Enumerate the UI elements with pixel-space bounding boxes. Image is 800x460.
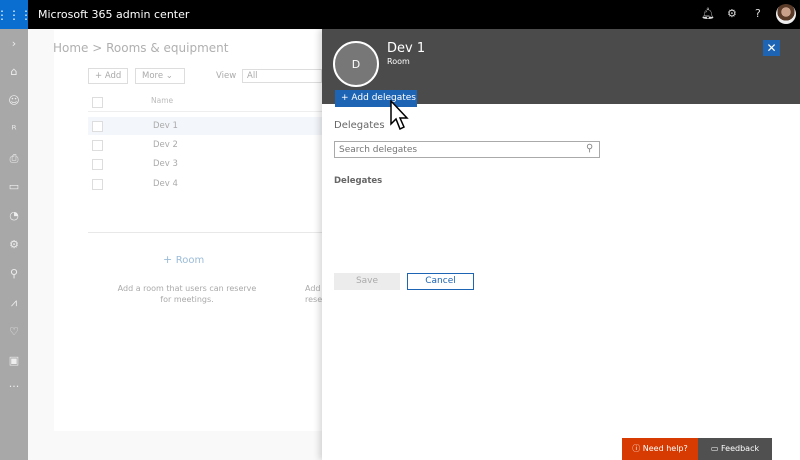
add-button[interactable]: + Add [88,68,129,84]
delegates-header: Delegates [334,176,383,186]
need-help-label: Need help? [642,444,688,453]
row-checkbox[interactable] [92,159,103,170]
view-select[interactable]: All [242,69,322,83]
equip-desc-1: Add [305,284,321,293]
equipment-description: Add rese [305,283,322,305]
row-checkbox[interactable] [92,121,103,132]
room-detail-panel: Dev 1 Room ✕ D + Add delegates Delegates… [322,29,800,460]
mouse-cursor-icon [390,100,409,131]
reports-icon[interactable]: ⩘ [0,296,28,310]
column-name: Name [151,96,174,105]
user-icon[interactable]: ☺ [0,94,28,107]
cancel-button[interactable]: Cancel [407,273,474,290]
rooms-card [54,30,322,431]
setup-wrench-icon[interactable]: ⚲ [0,267,28,280]
room-description: Add a room that users can reserve for me… [117,284,257,304]
panel-subtitle: Room [387,57,410,66]
settings-icon[interactable]: ⚙ [0,238,28,251]
search-icon[interactable]: ⚲ [586,143,593,154]
row-checkbox[interactable] [92,179,103,190]
nav-rail: › ⌂ ☺ ᴿ ⎙ ▭ ◔ ⚙ ⚲ ⩘ ♡ ▣ ··· [0,29,28,460]
feedback-button[interactable]: ▭ Feedback [698,438,772,460]
profile-avatar[interactable] [776,4,796,24]
divider [88,232,322,233]
row-checkbox[interactable] [92,140,103,151]
printer-icon[interactable]: ⎙ [0,152,28,166]
more-button[interactable]: More ⌄ [135,68,185,84]
row-name[interactable]: Dev 3 [153,159,178,169]
help-icon[interactable]: ? [755,7,761,20]
row-name[interactable]: Dev 1 [153,121,178,131]
row-name[interactable]: Dev 4 [153,179,178,189]
divider [88,111,322,112]
chevron-right-icon[interactable]: › [0,37,28,50]
feedback-label: Feedback [721,444,760,453]
support-icon[interactable]: ◔ [0,209,28,222]
panel-title: Dev 1 [387,41,426,56]
gear-icon[interactable]: ⚙ [727,7,737,20]
group-icon[interactable]: ᴿ [0,123,28,136]
save-button[interactable]: Save [334,273,400,290]
more-icon[interactable]: ··· [0,380,28,393]
row-name[interactable]: Dev 2 [153,140,178,150]
exchange-icon[interactable]: ▣ [0,354,28,367]
health-icon[interactable]: ♡ [0,325,28,338]
room-label: Room [175,255,205,266]
app-title: Microsoft 365 admin center [38,8,190,21]
more-label: More [142,71,164,81]
home-icon[interactable]: ⌂ [0,65,28,78]
view-label: View [216,71,237,81]
delegates-label: Delegates [334,120,385,131]
select-all-checkbox[interactable] [92,97,103,108]
top-bar: ⋮⋮⋮ Microsoft 365 admin center 🔔︎ ⚙ ? [0,0,800,29]
need-help-button[interactable]: ⓘ Need help? [622,438,698,460]
bell-icon[interactable]: 🔔︎ [701,7,715,20]
room-avatar: D [333,41,379,87]
close-button[interactable]: ✕ [763,40,780,56]
app-launcher-icon[interactable]: ⋮⋮⋮ [0,0,32,29]
table-row[interactable] [88,117,322,135]
breadcrumb: Home > Rooms & equipment [53,41,229,55]
billing-icon[interactable]: ▭ [0,180,28,193]
equip-desc-2: rese [305,295,323,304]
add-room-button[interactable]: + Room [163,253,204,266]
search-delegates-input[interactable] [334,141,600,158]
